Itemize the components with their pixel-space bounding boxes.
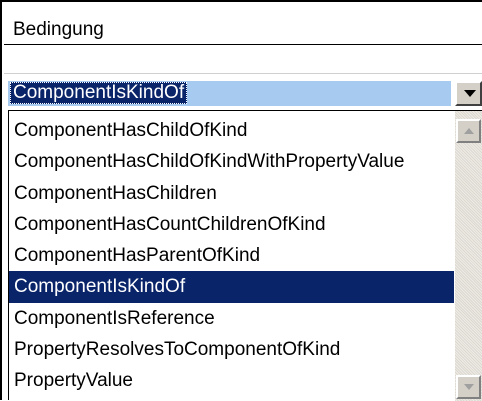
combo-selected-value: ComponentIsKindOf	[10, 82, 188, 104]
list-item[interactable]: ComponentHasChildren	[9, 178, 454, 209]
list-items: ComponentHasChildOfKind ComponentHasChil…	[9, 115, 454, 397]
scroll-up-button[interactable]	[456, 119, 481, 143]
scroll-up-icon	[464, 128, 474, 134]
list-item-selected[interactable]: ComponentIsKindOf	[9, 271, 454, 303]
column-header: Bedingung	[4, 4, 482, 45]
list-item[interactable]: ComponentHasChildOfKindWithPropertyValue	[9, 146, 454, 177]
condition-combobox[interactable]: ComponentIsKindOf	[8, 81, 482, 106]
empty-row	[4, 45, 482, 74]
condition-dropdown-list[interactable]: ComponentHasChildOfKind ComponentHasChil…	[8, 110, 482, 401]
list-item[interactable]: PropertyResolvesToComponentOfKind	[9, 334, 454, 365]
dropdown-arrow-icon	[464, 90, 476, 97]
dropdown-button[interactable]	[455, 81, 482, 106]
list-item[interactable]: ComponentIsReference	[9, 303, 454, 334]
list-item[interactable]: ComponentHasChildOfKind	[9, 115, 454, 146]
vertical-scrollbar[interactable]	[455, 111, 482, 401]
list-item[interactable]: ComponentHasParentOfKind	[9, 240, 454, 271]
list-item[interactable]: PropertyValue	[9, 365, 454, 396]
scroll-down-button[interactable]	[456, 375, 481, 399]
list-item[interactable]: ComponentHasCountChildrenOfKind	[9, 209, 454, 240]
header-label: Bedingung	[13, 19, 104, 40]
scroll-down-icon	[464, 384, 474, 390]
combo-field[interactable]: ComponentIsKindOf	[8, 81, 451, 106]
